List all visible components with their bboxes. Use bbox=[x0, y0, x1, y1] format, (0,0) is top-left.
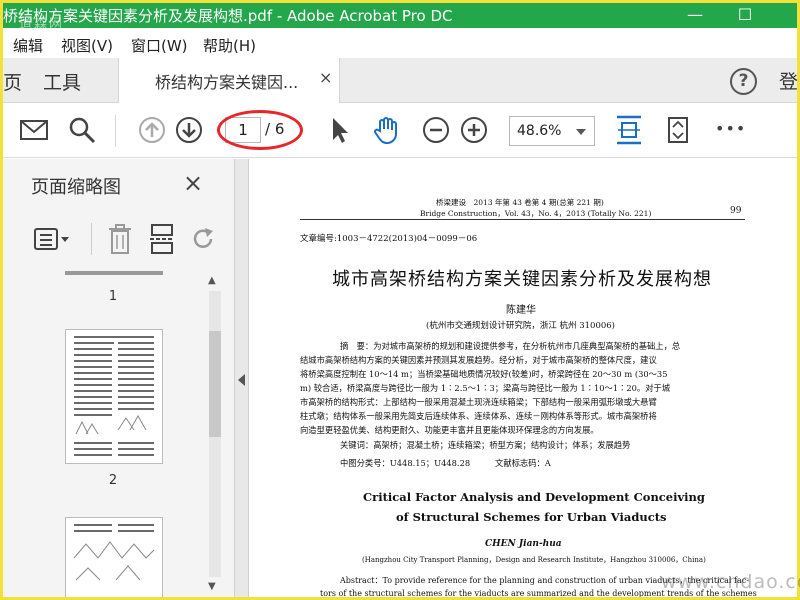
menu-help[interactable]: 帮助(H) bbox=[203, 35, 256, 56]
panel-toolbar-separator bbox=[91, 223, 92, 255]
delete-page-icon[interactable] bbox=[107, 223, 133, 255]
chevron-left-icon bbox=[238, 374, 245, 386]
email-icon[interactable] bbox=[19, 115, 49, 145]
chevron-down-icon bbox=[576, 129, 586, 135]
thumbnail-label-2: 2 bbox=[108, 473, 118, 488]
highlight-ring bbox=[217, 110, 303, 150]
toolbar-separator bbox=[115, 115, 116, 147]
menu-window[interactable]: 窗口(W) bbox=[131, 35, 188, 56]
scroll-up-icon[interactable]: ▲ bbox=[208, 275, 216, 286]
menu-bar: 编辑 视图(V) 窗口(W) 帮助(H) bbox=[3, 28, 797, 58]
full-screen-icon[interactable] bbox=[663, 115, 693, 145]
window-title: 桥结构方案关键因素分析及发展构想.pdf - Adobe Acrobat Pro… bbox=[3, 7, 453, 25]
menu-view[interactable]: 视图(V) bbox=[61, 35, 113, 56]
thumbnail-page-2[interactable] bbox=[65, 329, 163, 464]
title-en-line: of Structural Schemes for Urban Viaducts bbox=[396, 510, 667, 524]
menu-edit[interactable]: 编辑 bbox=[13, 35, 43, 56]
keywords: 关键词：高架桥；混凝土桥；连续箱梁；桥型方案；结构设计；体系；发展趋势 bbox=[340, 440, 631, 450]
app-window: 桥结构方案关键因素分析及发展构想.pdf - Adobe Acrobat Pro… bbox=[0, 0, 800, 600]
select-cursor-icon[interactable] bbox=[325, 115, 355, 145]
thumbnail-preview bbox=[74, 336, 154, 456]
zoom-in-icon[interactable] bbox=[459, 115, 489, 145]
scroll-down-icon[interactable]: ▼ bbox=[208, 581, 216, 592]
thumbnail-preview bbox=[73, 524, 155, 581]
classification: 中图分类号：U448.15；U448.28 文献标志码：A bbox=[340, 458, 551, 468]
previous-page-icon[interactable] bbox=[137, 115, 167, 145]
abstract-line: 结城市高架桥结构方案的关键因素并预测其发展趋势。经分析，对于城市高架桥的整体尺度… bbox=[300, 355, 657, 365]
title-cn: 城市高架桥结构方案关键因素分析及发展构想 bbox=[332, 269, 712, 290]
thumbnail-label-1: 1 bbox=[108, 289, 118, 304]
panel-title: 页面缩略图 bbox=[31, 177, 121, 198]
title-en-line: Critical Factor Analysis and Development… bbox=[363, 490, 705, 504]
thumbnail-page-3[interactable] bbox=[65, 517, 163, 597]
affiliation-cn: (杭州市交通规划设计研究院，浙江 杭州 310006) bbox=[426, 321, 615, 331]
panel-toolbar bbox=[3, 213, 234, 269]
toolbar: 1 / 6 48.6% ••• bbox=[3, 103, 797, 158]
fit-page-icon[interactable] bbox=[615, 115, 643, 145]
author-en: CHEN Jian-hua bbox=[485, 539, 562, 549]
page-thumbnails-panel: 页面缩略图 × 1 2 bbox=[3, 159, 235, 597]
abstract-line: 柱式墩；结构体系一般采用先简支后连续体系、连续体系、连续－刚构体系等形式。城市高… bbox=[300, 411, 657, 421]
tab-document-label: 桥结构方案关键因... bbox=[155, 73, 299, 92]
more-tools-button[interactable]: ••• bbox=[715, 119, 746, 138]
header-rule bbox=[300, 219, 745, 220]
zoom-out-icon[interactable] bbox=[421, 115, 451, 145]
tab-document[interactable]: 桥结构方案关键因... × bbox=[118, 58, 340, 103]
search-icon[interactable] bbox=[67, 115, 97, 145]
title-bar: 桥结构方案关键因素分析及发展构想.pdf - Adobe Acrobat Pro… bbox=[3, 3, 797, 32]
author-cn: 陈建华 bbox=[506, 305, 536, 316]
document-view[interactable]: 桥梁建设 2013 年第 43 卷第 4 期(总第 221 期) Bridge … bbox=[250, 159, 797, 597]
options-menu-icon[interactable] bbox=[33, 225, 73, 255]
abstract-line: 市高架桥的结构形式：上部结构一般采用混凝土现浇连续箱梁；下部结构一般采用弧形墩或… bbox=[300, 397, 657, 407]
abstract-line: 向造型更轻盈优美、结构更耐久、功能更丰富并且更能体现环保理念的方向发展。 bbox=[300, 425, 599, 435]
tab-close-icon[interactable]: × bbox=[319, 68, 332, 87]
extract-page-icon[interactable] bbox=[149, 223, 175, 255]
panel-collapse-handle[interactable] bbox=[235, 159, 249, 597]
site-watermark: www.cndao.com bbox=[661, 571, 800, 593]
abstract-line: 摘 要：为对城市高架桥的规划和建设提供参考，在分析杭州市几座典型高架桥的基础上，… bbox=[340, 341, 681, 351]
abstract-line: m) 较合适，桥梁高度与跨径比一般为 1∶2.5～1∶3；梁高与跨径比一般为 1… bbox=[300, 383, 671, 393]
zoom-value: 48.6% bbox=[517, 123, 562, 139]
thumbnail-scrollbar[interactable]: ▲ ▼ bbox=[205, 271, 223, 599]
zoom-select[interactable]: 48.6% bbox=[509, 116, 595, 146]
tab-row: 页 工具 桥结构方案关键因... × ? 登 bbox=[3, 58, 798, 103]
scrollbar-thumb[interactable] bbox=[209, 331, 221, 437]
thumbnail-list: 1 2 bbox=[23, 269, 203, 597]
help-icon[interactable]: ? bbox=[730, 68, 757, 95]
minimize-button[interactable]: — bbox=[675, 3, 715, 28]
hand-tool-icon[interactable] bbox=[371, 115, 401, 145]
tab-tools[interactable]: 工具 bbox=[43, 68, 81, 95]
rotate-icon[interactable] bbox=[189, 225, 217, 253]
affiliation-en: (Hangzhou City Transport Planning，Design… bbox=[362, 556, 706, 564]
pdf-page: 桥梁建设 2013 年第 43 卷第 4 期(总第 221 期) Bridge … bbox=[250, 159, 797, 597]
page-number: 99 bbox=[730, 206, 742, 216]
maximize-button[interactable]: ☐ bbox=[725, 3, 765, 28]
next-page-icon[interactable] bbox=[174, 115, 204, 145]
tab-home[interactable]: 页 bbox=[3, 68, 22, 95]
abstract-line: 将桥梁高度控制在 10～14 m；当桥梁基础地质情况较好(较差)时，桥梁跨径在 … bbox=[300, 369, 668, 379]
journal-header-en: Bridge Construction，Vol. 43，No. 4，2013 (… bbox=[420, 209, 652, 218]
panel-close-icon[interactable]: × bbox=[183, 169, 203, 197]
article-number: 文章编号:1003－4722(2013)04－0099－06 bbox=[300, 234, 478, 244]
sign-in-button[interactable]: 登 bbox=[779, 67, 798, 94]
journal-header-cn: 桥梁建设 2013 年第 43 卷第 4 期(总第 221 期) bbox=[436, 198, 604, 207]
thumbnail-page-1[interactable] bbox=[65, 271, 163, 275]
